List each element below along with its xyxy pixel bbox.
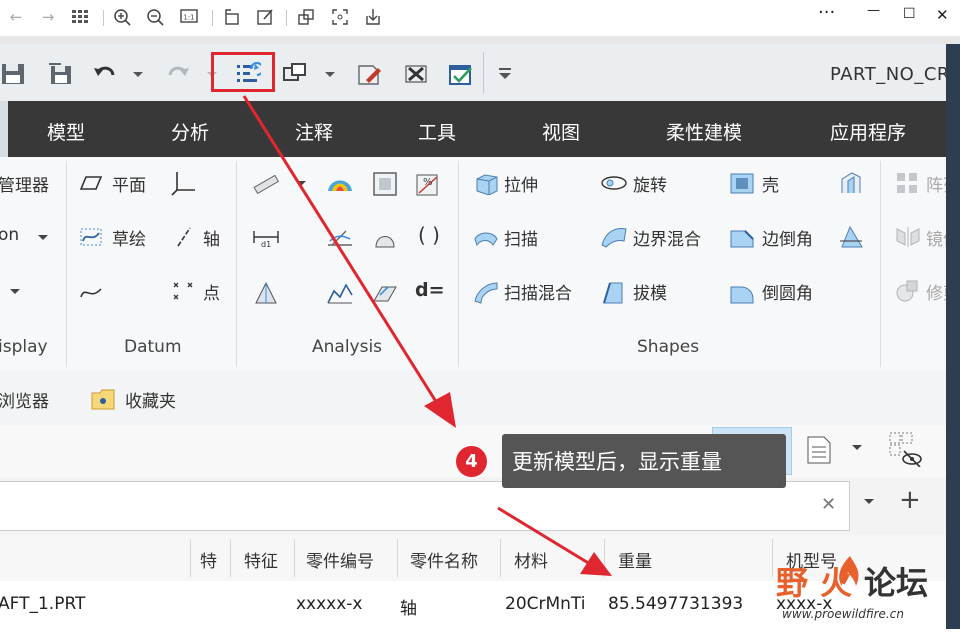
svg-text:火: 火 bbox=[820, 564, 852, 602]
arrow-head-icon bbox=[424, 392, 456, 428]
annotation-tooltip: 更新模型后，显示重量 bbox=[502, 434, 786, 488]
svg-text:www.proewildfire.cn: www.proewildfire.cn bbox=[782, 607, 904, 621]
flame-logo-icon: 野 火 论坛 www.proewildfire.cn bbox=[776, 556, 928, 621]
annotation-arrows bbox=[242, 95, 612, 576]
tooltip-text: 更新模型后，显示重量 bbox=[512, 450, 722, 474]
svg-text:野: 野 bbox=[776, 564, 808, 602]
watermark-logo: 野 火 论坛 www.proewildfire.cn bbox=[776, 548, 946, 628]
arrow-head-icon bbox=[580, 552, 612, 576]
step-badge: 4 bbox=[456, 446, 487, 477]
svg-text:论坛: 论坛 bbox=[864, 564, 928, 602]
